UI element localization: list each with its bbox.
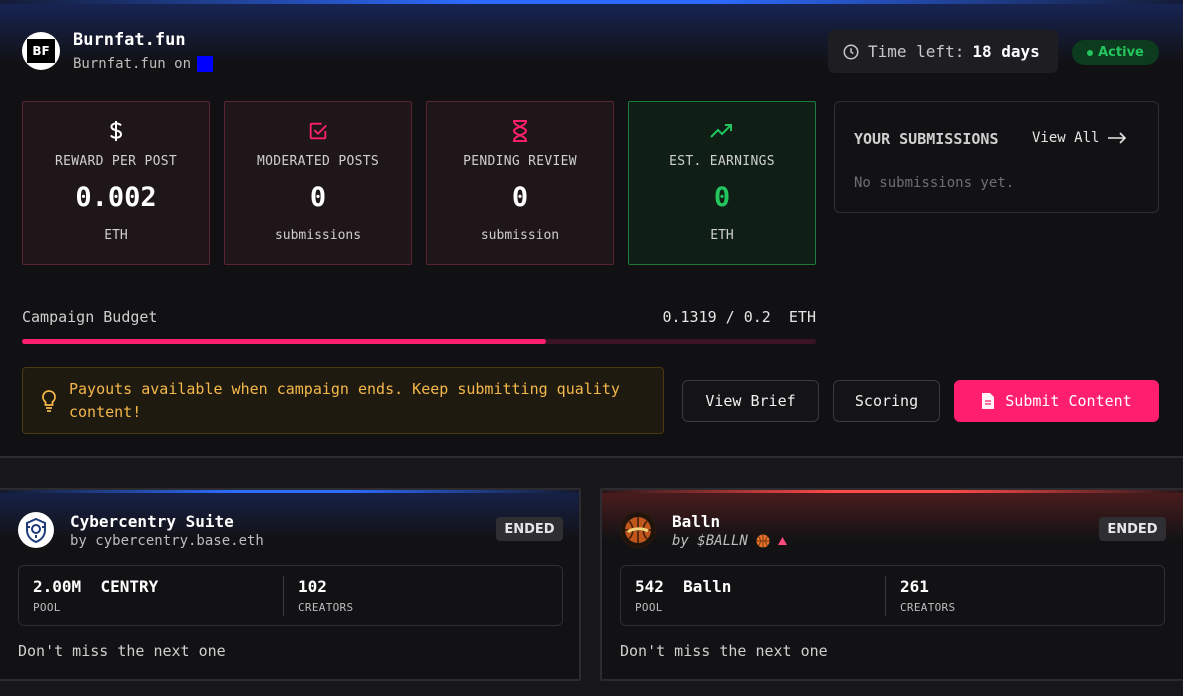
budget-progress	[22, 339, 816, 344]
submissions-title: YOUR SUBMISSIONS	[854, 130, 999, 148]
campaign-footer: Don't miss the next one	[620, 642, 828, 660]
top-glow	[0, 0, 1183, 4]
cybercentry-logo	[18, 512, 54, 548]
lightbulb-icon	[42, 389, 56, 412]
arrow-right-icon	[1108, 132, 1127, 144]
status-badge: ENDED	[496, 517, 563, 541]
submissions-panel: YOUR SUBMISSIONS View All No submissions…	[834, 101, 1159, 213]
submit-content-button[interactable]: Submit Content	[954, 380, 1159, 422]
balln-logo	[620, 512, 656, 548]
stat-est-earnings: EST. EARNINGS 0 ETH	[628, 101, 816, 265]
campaign-card-balln[interactable]: Balln by $BALLN ENDED 542 Balln POOL 261…	[600, 488, 1183, 681]
campaign-subtitle: Burnfat.fun on	[73, 56, 214, 72]
status-badge: Active	[1072, 40, 1159, 65]
status-badge: ENDED	[1099, 517, 1166, 541]
campaign-title[interactable]: Balln	[672, 512, 720, 531]
time-left-box: Time left: 18 days	[828, 30, 1058, 73]
dollar-icon	[23, 118, 209, 144]
campaign-title[interactable]: Cybercentry Suite	[70, 512, 234, 531]
basketball-icon	[756, 534, 770, 548]
budget-label: Campaign Budget	[22, 308, 158, 326]
pool-value: 542 Balln	[635, 577, 732, 596]
campaign-stats: 2.00M CENTRY POOL 102 CREATORS	[18, 565, 563, 626]
scoring-button[interactable]: Scoring	[833, 380, 940, 422]
time-left-label: Time left:	[868, 42, 965, 61]
brand: BF Burnfat.fun Burnfat.fun on	[22, 30, 214, 72]
hourglass-icon	[427, 118, 613, 144]
creators-value: 102	[298, 577, 327, 596]
triangle-up-icon	[777, 537, 787, 545]
creators-value: 261	[900, 577, 929, 596]
campaign-footer: Don't miss the next one	[18, 642, 226, 660]
campaign-card: BF Burnfat.fun Burnfat.fun on Time left:…	[0, 0, 1183, 458]
clock-icon	[843, 44, 859, 59]
campaign-title[interactable]: Burnfat.fun	[73, 30, 213, 50]
submissions-empty: No submissions yet.	[854, 175, 1015, 191]
campaign-card-cybercentry[interactable]: Cybercentry Suite by cybercentry.base.et…	[0, 488, 581, 681]
stat-pending-review: PENDING REVIEW 0 submission	[426, 101, 614, 265]
campaign-author: by cybercentry.base.eth	[70, 533, 264, 549]
campaign-author: by $BALLN	[672, 533, 787, 549]
brand-logo[interactable]: BF	[22, 32, 60, 70]
payout-notice: Payouts available when campaign ends. Ke…	[22, 367, 664, 434]
time-left-value: 18 days	[972, 42, 1040, 61]
campaign-stats: 542 Balln POOL 261 CREATORS	[620, 565, 1165, 626]
budget-progress-fill	[22, 339, 546, 344]
stat-moderated-posts: MODERATED POSTS 0 submissions	[224, 101, 412, 265]
view-brief-button[interactable]: View Brief	[682, 380, 819, 422]
check-square-icon	[225, 118, 411, 144]
document-icon	[982, 393, 995, 409]
budget-value: 0.1319 / 0.2 ETH	[662, 308, 816, 326]
view-all-link[interactable]: View All	[1032, 130, 1127, 146]
stat-reward-per-post: REWARD PER POST 0.002 ETH	[22, 101, 210, 265]
trending-up-icon	[629, 118, 815, 144]
chain-icon	[197, 56, 214, 72]
pool-value: 2.00M CENTRY	[33, 577, 159, 596]
status-dot-icon	[1087, 49, 1094, 56]
